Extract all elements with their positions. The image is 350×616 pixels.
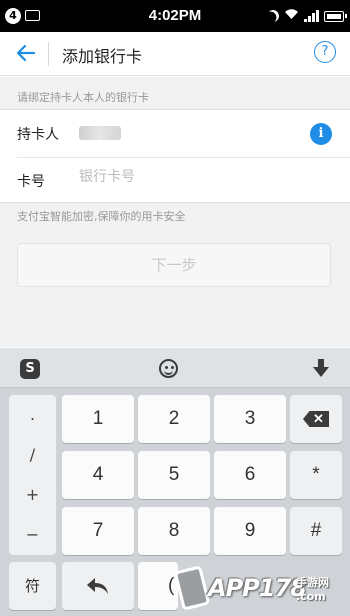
- watermark-brand: APP178: [208, 574, 307, 602]
- page-title: 添加银行卡: [62, 47, 143, 66]
- signal-icon: [304, 10, 319, 22]
- key-8[interactable]: 8: [138, 507, 210, 555]
- symbol-column: . / + −: [9, 395, 56, 555]
- key-4[interactable]: 4: [62, 451, 134, 499]
- battery-icon: [324, 10, 347, 22]
- card-number-label: 卡号: [17, 174, 45, 190]
- card-form: 持卡人 i 卡号: [0, 109, 350, 203]
- status-bar: 4 4:02PM: [0, 0, 350, 32]
- back-key[interactable]: [62, 562, 134, 610]
- key-2[interactable]: 2: [138, 395, 210, 443]
- key-slash[interactable]: /: [9, 435, 56, 475]
- key-9[interactable]: 9: [214, 507, 286, 555]
- card-number-input[interactable]: [79, 169, 279, 185]
- app-header: 添加银行卡 ?: [0, 32, 350, 76]
- key-minus[interactable]: −: [9, 515, 56, 555]
- system-icons: [265, 7, 347, 25]
- key-hash[interactable]: #: [290, 507, 342, 555]
- emoji-icon[interactable]: [159, 359, 178, 378]
- question-circle-icon[interactable]: ?: [314, 41, 336, 63]
- key-6[interactable]: 6: [214, 451, 286, 499]
- key-5[interactable]: 5: [138, 451, 210, 499]
- delete-key[interactable]: ✕: [290, 395, 342, 443]
- key-7[interactable]: 7: [62, 507, 134, 555]
- watermark-suffix-cn: 手游网: [296, 576, 329, 589]
- key-1[interactable]: 1: [62, 395, 134, 443]
- phone-logo-icon: [173, 565, 211, 611]
- watermark-suffix-domain: .com: [296, 590, 326, 603]
- symbols-key[interactable]: 符: [9, 562, 56, 610]
- info-icon[interactable]: i: [310, 123, 332, 145]
- key-3[interactable]: 3: [214, 395, 286, 443]
- cardholder-name-masked: [79, 126, 121, 140]
- key-0-partial[interactable]: (: [138, 562, 178, 610]
- do-not-disturb-icon: [265, 8, 281, 24]
- key-plus[interactable]: +: [9, 475, 56, 515]
- security-note: 支付宝智能加密,保障你的用卡安全: [17, 210, 186, 223]
- key-dot[interactable]: .: [9, 395, 56, 435]
- backspace-x-mark: ✕: [313, 411, 324, 426]
- row-divider: [17, 157, 350, 158]
- cardholder-label: 持卡人: [17, 127, 59, 143]
- wifi-icon: [284, 8, 299, 24]
- arrow-down-icon[interactable]: [311, 357, 331, 379]
- sogou-ime-logo-icon[interactable]: S: [20, 359, 40, 379]
- curved-arrow-left-icon: [87, 578, 108, 594]
- key-star[interactable]: *: [290, 451, 342, 499]
- next-step-button[interactable]: 下一步: [17, 243, 331, 287]
- header-divider: [48, 42, 49, 66]
- back-arrow-icon[interactable]: [14, 41, 38, 65]
- bind-hint-text: 请绑定持卡人本人的银行卡: [17, 91, 149, 104]
- keyboard-toolbar: S: [0, 348, 350, 388]
- app178-watermark: APP178 手游网 .com: [173, 562, 346, 616]
